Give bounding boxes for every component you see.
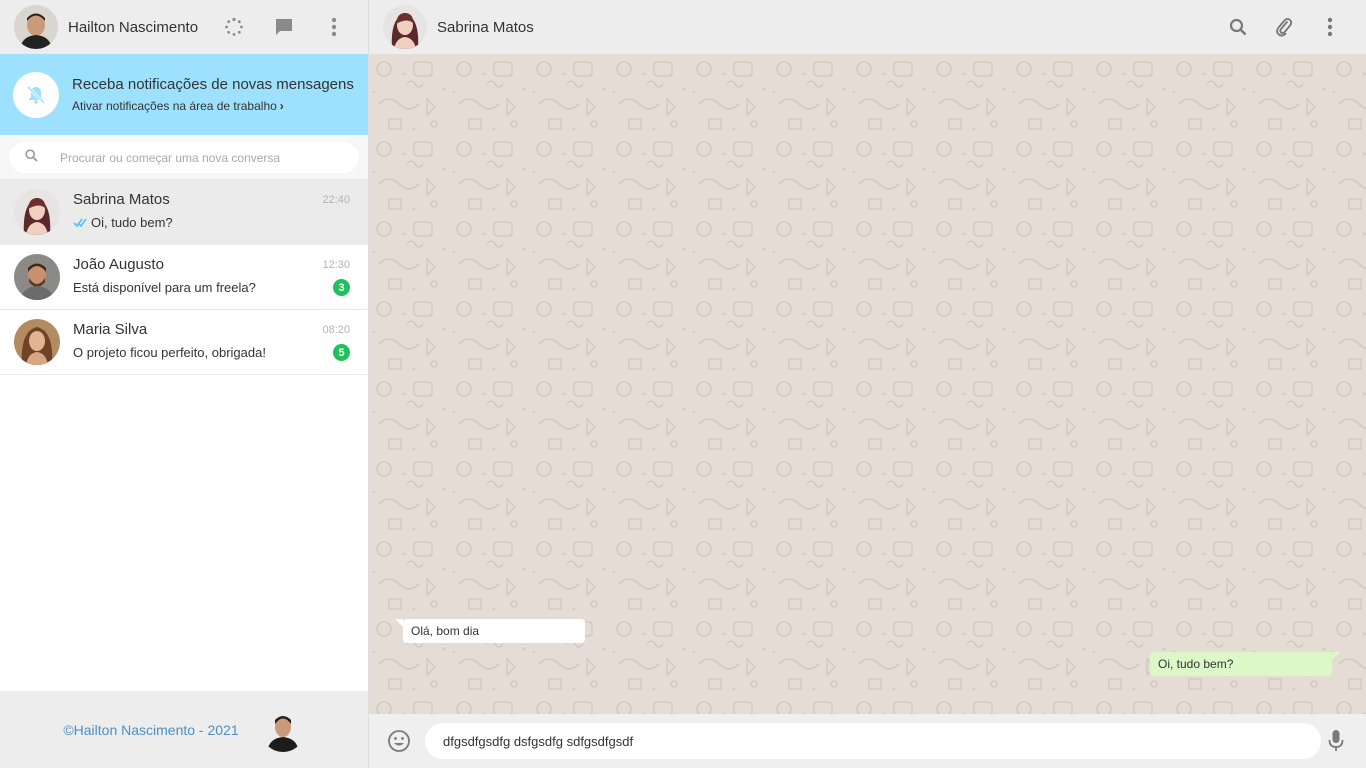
chat-list-item[interactable]: João Augusto Está disponível para um fre… [0,245,368,310]
contact-avatar [14,319,60,365]
message-time: 12:30 [322,259,350,271]
footer-credit: ©Hailton Nascimento - 2021 [63,721,239,738]
microphone-icon[interactable] [1324,729,1348,753]
whatsapp-clone-app: Hailton Nascimento Receba notificações d… [0,0,1366,768]
user-name: Hailton Nascimento [68,18,199,36]
last-message: Está disponível para um freela? [73,280,256,295]
emoji-icon[interactable] [387,729,411,753]
search-box [9,142,359,173]
search-area [0,135,368,180]
incoming-message-bubble: Olá, bom dia [395,619,585,643]
chat-panel: Sabrina Matos Olá, bom dia Oi, tudo bem?… [369,0,1366,768]
outgoing-message-bubble: Oi, tudo bem? [1150,652,1340,676]
last-message-text: O projeto ficou perfeito, obrigada! [73,345,266,360]
contact-name: Maria Silva [73,321,148,338]
chevron-right-icon: › [279,99,284,113]
notification-title: Receba notificações de novas mensagens [72,76,354,93]
footer-avatar [260,707,305,752]
message-input[interactable] [425,723,1321,759]
search-icon [25,148,38,167]
chat-list: Sabrina Matos Oi, tudo bem? 22:40 João A… [0,180,368,375]
double-check-icon [73,217,87,228]
last-message-text: Está disponível para um freela? [73,280,256,295]
message-text: Oi, tudo bem? [1158,657,1234,671]
contact-avatar[interactable] [383,5,427,49]
last-message: Oi, tudo bem? [73,215,173,230]
notification-muted-icon [13,71,59,118]
contact-name: João Augusto [73,256,164,273]
message-time: 08:20 [322,324,350,336]
messages-area: Olá, bom dia Oi, tudo bem? [369,54,1366,714]
contact-name: Sabrina Matos [73,191,170,208]
enable-notifications-link[interactable]: Ativar notificações na área de trabalho › [72,99,354,113]
menu-icon[interactable] [322,15,346,39]
status-icon[interactable] [222,15,246,39]
search-input[interactable] [58,149,328,166]
contact-avatar [14,189,60,235]
new-chat-icon[interactable] [272,15,296,39]
chat-list-item[interactable]: Maria Silva O projeto ficou perfeito, ob… [0,310,368,375]
last-message: O projeto ficou perfeito, obrigada! [73,345,266,360]
compose-bar [369,714,1366,768]
user-avatar[interactable] [14,5,58,49]
chat-header-actions [1226,0,1342,54]
chat-header: Sabrina Matos [369,0,1366,54]
sidebar-footer: ©Hailton Nascimento - 2021 [0,691,368,768]
sidebar: Hailton Nascimento Receba notificações d… [0,0,369,768]
sidebar-header-actions [222,0,346,54]
chat-list-item[interactable]: Sabrina Matos Oi, tudo bem? 22:40 [0,180,368,245]
chat-contact-name: Sabrina Matos [437,18,534,36]
menu-icon[interactable] [1318,15,1342,39]
doodle-pattern-background [369,54,1366,714]
message-time: 22:40 [322,194,350,206]
message-text: Olá, bom dia [411,624,480,638]
unread-count-badge: 3 [333,279,350,296]
sidebar-header: Hailton Nascimento [0,0,368,54]
notification-link-label: Ativar notificações na área de trabalho [72,99,277,113]
search-icon[interactable] [1226,15,1250,39]
last-message-text: Oi, tudo bem? [91,215,173,230]
notification-banner: Receba notificações de novas mensagens A… [0,54,368,135]
attach-icon[interactable] [1272,15,1296,39]
unread-count-badge: 5 [333,344,350,361]
contact-avatar [14,254,60,300]
